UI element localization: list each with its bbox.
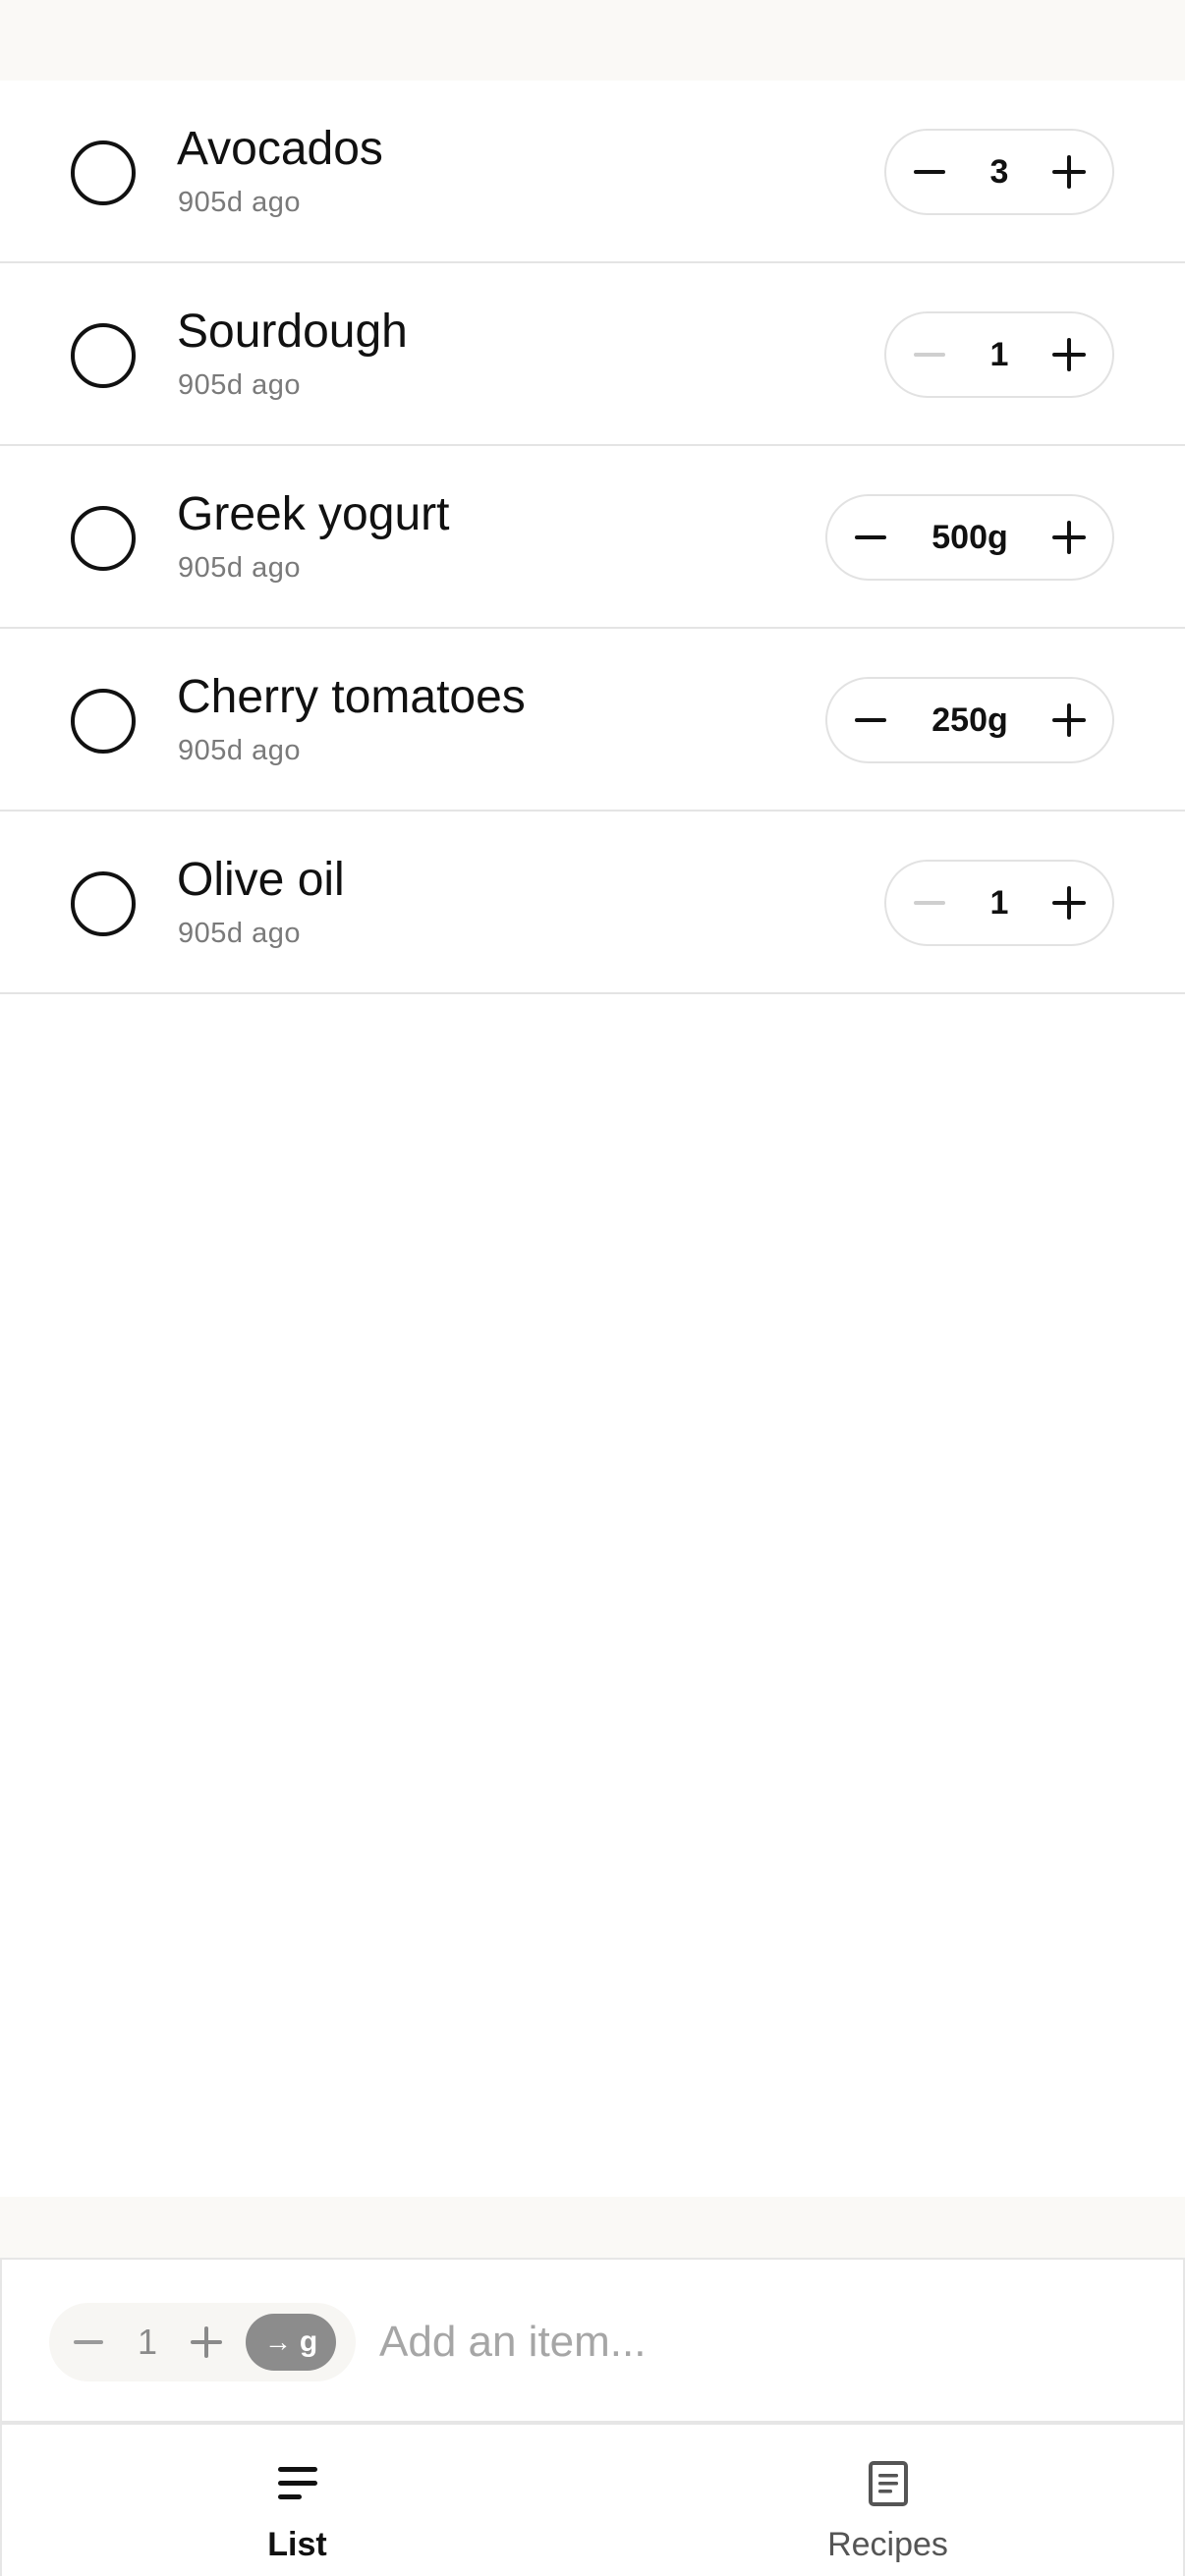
plus-icon bbox=[1052, 338, 1086, 371]
item-check-circle[interactable] bbox=[71, 506, 136, 571]
shopping-list-app: Avocados 905d ago 3 Sourdough 905d ago 1… bbox=[0, 0, 1185, 2576]
composer-divider bbox=[0, 2197, 1185, 2258]
item-name: Avocados bbox=[177, 123, 383, 175]
minus-icon bbox=[914, 170, 945, 174]
plus-icon bbox=[191, 2326, 222, 2358]
list-item: Olive oil 905d ago 1 bbox=[0, 812, 1185, 994]
quantity-value: 500g bbox=[931, 518, 1008, 556]
item-check-circle[interactable] bbox=[71, 140, 136, 205]
composer-increase-button[interactable] bbox=[167, 2303, 246, 2381]
item-name: Sourdough bbox=[177, 306, 408, 358]
recipes-icon bbox=[868, 2461, 908, 2506]
quantity-stepper: 1 bbox=[884, 311, 1114, 398]
item-name: Greek yogurt bbox=[177, 488, 450, 540]
plus-icon bbox=[1052, 155, 1086, 189]
minus-icon bbox=[914, 353, 945, 357]
arrow-right-icon: → bbox=[263, 2326, 292, 2357]
list-item: Cherry tomatoes 905d ago 250g bbox=[0, 629, 1185, 812]
bottom-tab-bar: List Recipes bbox=[0, 2423, 1185, 2576]
composer-decrease-button[interactable] bbox=[49, 2303, 128, 2381]
quantity-stepper: 500g bbox=[825, 494, 1114, 581]
plus-icon bbox=[1052, 521, 1086, 554]
item-name: Olive oil bbox=[177, 854, 345, 906]
item-added-time: 905d ago bbox=[178, 552, 301, 584]
minus-icon bbox=[74, 2340, 103, 2344]
unit-label: g bbox=[299, 2325, 318, 2358]
item-added-time: 905d ago bbox=[178, 369, 301, 401]
item-added-time: 905d ago bbox=[178, 918, 301, 949]
quantity-value: 250g bbox=[931, 700, 1008, 739]
item-added-time: 905d ago bbox=[178, 187, 301, 218]
shopping-list: Avocados 905d ago 3 Sourdough 905d ago 1… bbox=[0, 81, 1185, 994]
item-name: Cherry tomatoes bbox=[177, 671, 526, 723]
status-bar bbox=[0, 0, 1185, 81]
tab-label: Recipes bbox=[827, 2526, 948, 2563]
unit-toggle-button[interactable]: → g bbox=[246, 2314, 336, 2371]
composer-quantity-value: 1 bbox=[137, 2322, 158, 2362]
plus-icon bbox=[1052, 703, 1086, 737]
tab-label: List bbox=[267, 2526, 327, 2563]
increase-quantity-button[interactable] bbox=[1026, 131, 1112, 213]
tab-list[interactable]: List bbox=[2, 2425, 592, 2576]
composer-quantity-stepper: 1 → g bbox=[49, 2303, 356, 2381]
item-check-circle[interactable] bbox=[71, 871, 136, 936]
quantity-stepper: 3 bbox=[884, 129, 1114, 215]
minus-icon bbox=[855, 718, 886, 722]
add-item-input[interactable] bbox=[379, 2303, 1146, 2381]
plus-icon bbox=[1052, 886, 1086, 920]
decrease-quantity-button[interactable] bbox=[827, 679, 914, 761]
decrease-quantity-button[interactable] bbox=[827, 496, 914, 579]
decrease-quantity-button[interactable] bbox=[886, 862, 973, 944]
quantity-stepper: 250g bbox=[825, 677, 1114, 763]
item-added-time: 905d ago bbox=[178, 735, 301, 766]
item-check-circle[interactable] bbox=[71, 689, 136, 754]
increase-quantity-button[interactable] bbox=[1026, 313, 1112, 396]
minus-icon bbox=[914, 901, 945, 905]
decrease-quantity-button[interactable] bbox=[886, 131, 973, 213]
quantity-value: 1 bbox=[989, 883, 1009, 922]
increase-quantity-button[interactable] bbox=[1026, 862, 1112, 944]
tab-recipes[interactable]: Recipes bbox=[592, 2425, 1183, 2576]
quantity-value: 1 bbox=[989, 335, 1009, 373]
minus-icon bbox=[855, 535, 886, 539]
list-item: Greek yogurt 905d ago 500g bbox=[0, 446, 1185, 629]
decrease-quantity-button[interactable] bbox=[886, 313, 973, 396]
increase-quantity-button[interactable] bbox=[1026, 679, 1112, 761]
list-item: Sourdough 905d ago 1 bbox=[0, 263, 1185, 446]
quantity-value: 3 bbox=[989, 152, 1009, 191]
list-item: Avocados 905d ago 3 bbox=[0, 81, 1185, 263]
add-item-composer: 1 → g bbox=[0, 2258, 1185, 2423]
list-icon bbox=[277, 2467, 317, 2499]
quantity-stepper: 1 bbox=[884, 860, 1114, 946]
increase-quantity-button[interactable] bbox=[1026, 496, 1112, 579]
item-check-circle[interactable] bbox=[71, 323, 136, 388]
